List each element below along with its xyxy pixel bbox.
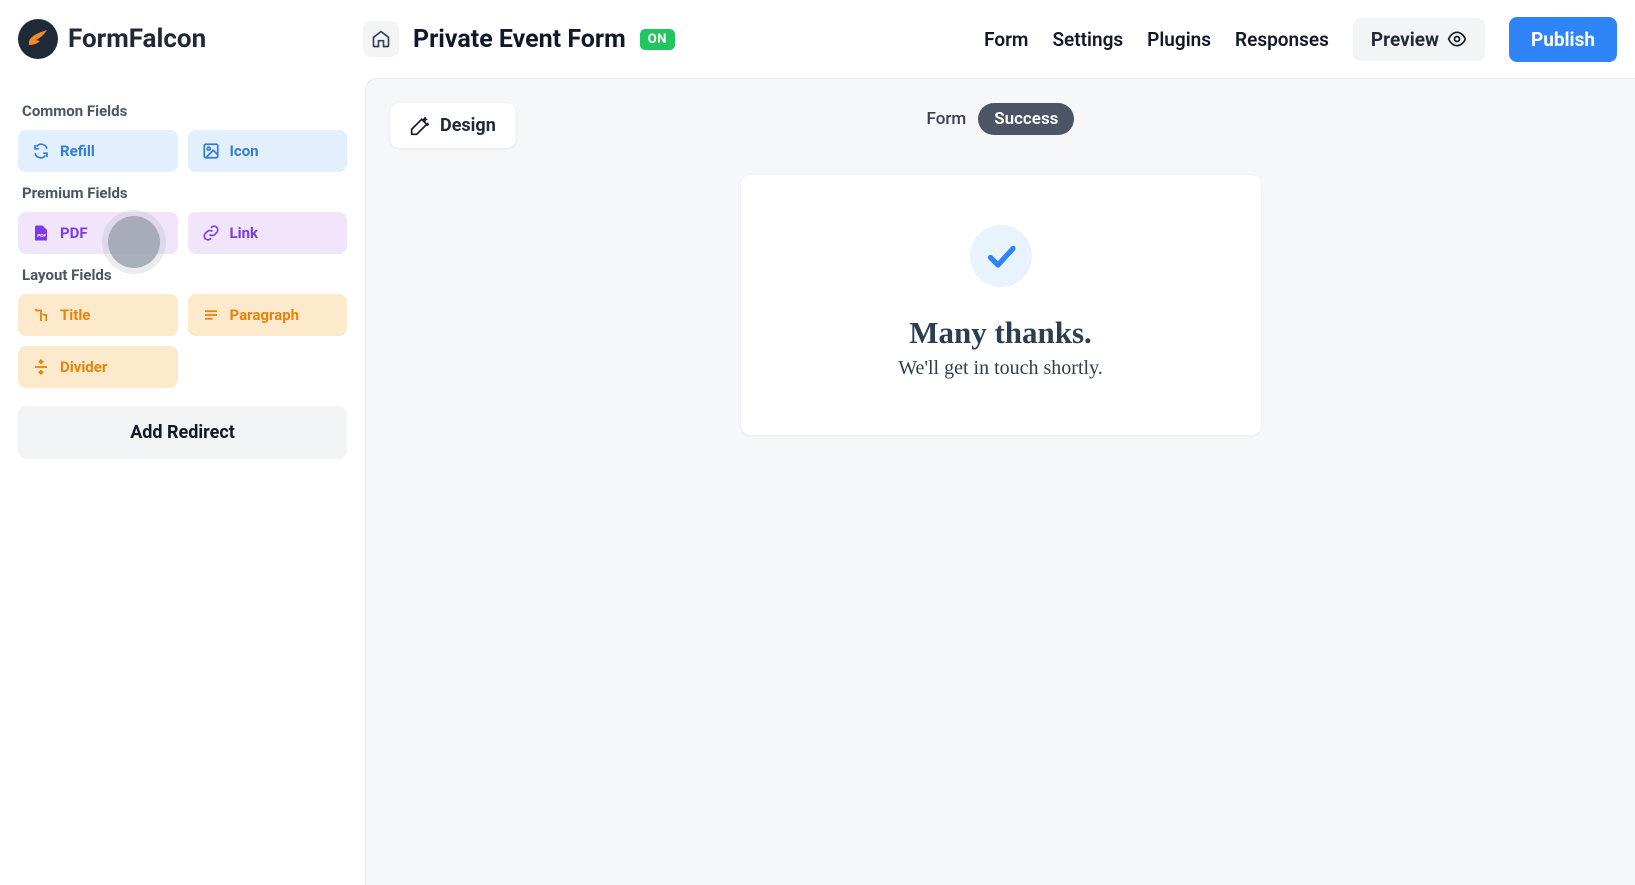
field-paragraph-label: Paragraph <box>230 306 300 324</box>
title-icon <box>32 306 50 324</box>
field-refill-label: Refill <box>60 142 95 160</box>
publish-button[interactable]: Publish <box>1509 17 1617 62</box>
main: Common Fields Refill Icon Premium Fields… <box>0 78 1635 885</box>
section-layout-label: Layout Fields <box>22 266 343 284</box>
view-toggle: Form Success <box>366 103 1635 135</box>
nav-plugins[interactable]: Plugins <box>1147 28 1211 51</box>
nav-settings[interactable]: Settings <box>1052 28 1123 51</box>
field-divider-label: Divider <box>60 358 107 376</box>
preview-label: Preview <box>1371 28 1439 51</box>
refresh-icon <box>32 142 50 160</box>
field-pdf-label: PDF <box>60 224 88 242</box>
add-redirect-button[interactable]: Add Redirect <box>18 406 347 459</box>
topbar: FormFalcon Private Event Form ON Form Se… <box>0 0 1635 78</box>
check-circle <box>970 225 1032 287</box>
logo-badge <box>18 19 58 59</box>
field-icon[interactable]: Icon <box>188 130 348 172</box>
field-link[interactable]: Link <box>188 212 348 254</box>
design-button[interactable]: Design <box>390 103 516 148</box>
canvas: Design Form Success Many thanks. We'll g… <box>365 78 1635 885</box>
nav-responses[interactable]: Responses <box>1235 28 1329 51</box>
divider-icon <box>32 358 50 376</box>
sidebar: Common Fields Refill Icon Premium Fields… <box>0 78 365 885</box>
check-icon <box>983 238 1019 274</box>
home-button[interactable] <box>363 21 399 57</box>
field-title-label: Title <box>60 306 90 324</box>
tab-form[interactable]: Form <box>927 109 967 129</box>
link-icon <box>202 224 220 242</box>
status-badge: ON <box>640 29 675 50</box>
eye-icon <box>1447 29 1467 49</box>
form-title: Private Event Form <box>413 25 626 54</box>
nav-form[interactable]: Form <box>984 28 1028 51</box>
home-icon <box>371 29 391 49</box>
section-common-label: Common Fields <box>22 102 343 120</box>
field-icon-label: Icon <box>230 142 259 160</box>
app-name: FormFalcon <box>68 24 206 54</box>
success-subtitle: We'll get in touch shortly. <box>781 357 1221 380</box>
field-link-label: Link <box>230 224 259 242</box>
pdf-icon: PDF <box>32 224 50 242</box>
preview-button[interactable]: Preview <box>1353 18 1485 61</box>
title-area: Private Event Form ON <box>363 21 675 57</box>
logo-area: FormFalcon <box>18 19 363 59</box>
field-title[interactable]: Title <box>18 294 178 336</box>
falcon-icon <box>26 27 50 51</box>
cursor-indicator <box>108 216 160 268</box>
svg-text:PDF: PDF <box>37 233 46 238</box>
paragraph-icon <box>202 306 220 324</box>
field-refill[interactable]: Refill <box>18 130 178 172</box>
image-icon <box>202 142 220 160</box>
section-premium-label: Premium Fields <box>22 184 343 202</box>
field-divider[interactable]: Divider <box>18 346 178 388</box>
design-label: Design <box>440 115 496 136</box>
field-pdf[interactable]: PDF PDF <box>18 212 178 254</box>
wand-icon <box>410 116 430 136</box>
field-paragraph[interactable]: Paragraph <box>188 294 348 336</box>
success-card: Many thanks. We'll get in touch shortly. <box>741 175 1261 435</box>
tab-success[interactable]: Success <box>978 103 1074 135</box>
nav-area: Form Settings Plugins Responses Preview … <box>984 17 1617 62</box>
success-title: Many thanks. <box>781 315 1221 351</box>
